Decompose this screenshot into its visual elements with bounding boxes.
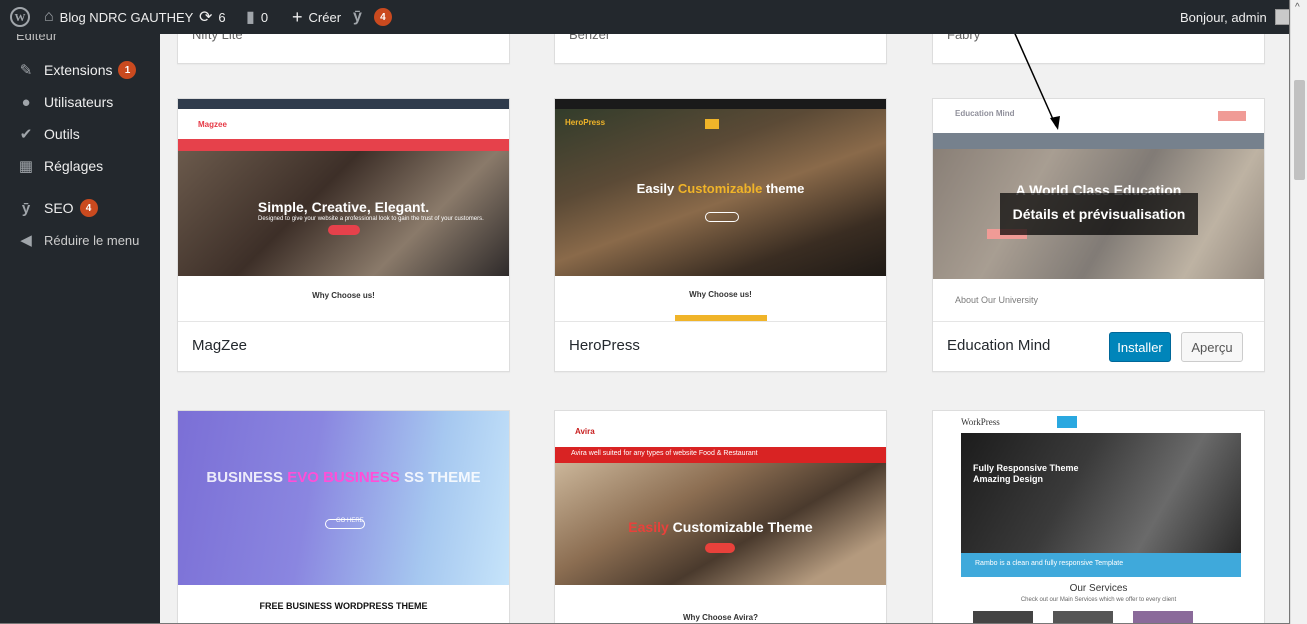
sidebar-item-extensions[interactable]: ✎ Extensions 1 [0,54,160,86]
yoast-icon: ȳ [353,8,362,25]
home-icon: ⌂ [44,8,54,25]
theme-footer: HeroPress [555,321,886,371]
yoast-icon: ȳ [21,199,31,217]
settings-icon: ▦ [18,158,34,175]
collapse-icon: ◀ [20,232,32,249]
avatar [1274,9,1289,25]
browser-frame: W ⌂ Blog NDRC GAUTHEY ⟳ 6 ▮ 0 + Créer ȳ … [0,0,1290,624]
themes-browser: Nifty Lite Benzer Fabry Magzee Simple, C… [160,24,1289,623]
users-icon: ● [21,93,31,111]
svg-text:W: W [15,12,26,24]
sidebar-item-outils[interactable]: ✔ Outils [0,118,160,150]
theme-screenshot: BUSINESS EVO BUSINESS SS THEME GO HERE F… [178,411,509,623]
scrollbar[interactable]: ^ [1290,0,1307,624]
plugin-icon: ✎ [19,62,33,79]
details-preview-button[interactable]: Détails et prévisualisation [1000,193,1198,235]
theme-card-education-mind[interactable]: Education Mind A World Class Education A… [932,98,1265,372]
theme-card-workpress[interactable]: WorkPress Fully Responsive Theme Amazing… [932,410,1265,623]
theme-card-heropress[interactable]: HeroPress Easily Customizable theme Why … [554,98,887,372]
wrench-icon: ✔ [19,126,33,143]
preview-button[interactable]: Aperçu [1181,332,1243,362]
updates-icon: ⟳ [199,9,213,26]
scroll-up-arrow-icon[interactable]: ^ [1295,2,1300,13]
install-button[interactable]: Installer [1109,332,1171,362]
theme-card-evo-business[interactable]: BUSINESS EVO BUSINESS SS THEME GO HERE F… [177,410,510,623]
sidebar-item-seo[interactable]: ȳ SEO 4 [0,192,160,224]
site-name-link[interactable]: ⌂ Blog NDRC GAUTHEY [44,0,193,34]
sidebar-collapse-menu[interactable]: ◀ Réduire le menu [0,224,160,256]
theme-screenshot: Avira Avira well suited for any types of… [555,411,886,623]
theme-screenshot: WorkPress Fully Responsive Theme Amazing… [933,411,1264,623]
theme-card-avira[interactable]: Avira Avira well suited for any types of… [554,410,887,623]
wordpress-logo-icon[interactable]: W [10,0,30,34]
comments-link[interactable]: ▮ 0 [246,0,268,34]
updates-link[interactable]: ⟳ 6 [199,0,226,34]
theme-name: Education Mind [947,337,1051,354]
plus-icon: + [292,6,303,27]
admin-sidebar: Editeur ✎ Extensions 1 ● Utilisateurs ✔ … [0,28,160,623]
theme-footer: MagZee [178,321,509,371]
seo-count-badge: 4 [373,8,392,26]
theme-footer: Education Mind Installer Aperçu [933,321,1264,371]
theme-name: HeroPress [569,337,640,354]
theme-screenshot: Education Mind A World Class Education A… [933,99,1264,321]
theme-name: MagZee [192,337,248,354]
theme-screenshot: HeroPress Easily Customizable theme Why … [555,99,886,321]
sidebar-item-reglages[interactable]: ▦ Réglages [0,150,160,182]
theme-screenshot: Magzee Simple, Creative, Elegant. Design… [178,99,509,321]
theme-card-magzee[interactable]: Magzee Simple, Creative, Elegant. Design… [177,98,510,372]
seo-badge: 4 [79,199,98,217]
sidebar-item-utilisateurs[interactable]: ● Utilisateurs [0,86,160,118]
scroll-thumb[interactable] [1294,80,1305,180]
admin-bar: W ⌂ Blog NDRC GAUTHEY ⟳ 6 ▮ 0 + Créer ȳ … [0,0,1289,34]
seo-link[interactable]: ȳ 4 [353,0,392,34]
create-new-link[interactable]: + Créer [292,0,341,34]
extensions-badge: 1 [118,61,137,79]
comment-icon: ▮ [246,9,255,26]
account-menu[interactable]: Bonjour, admin [1180,0,1289,34]
